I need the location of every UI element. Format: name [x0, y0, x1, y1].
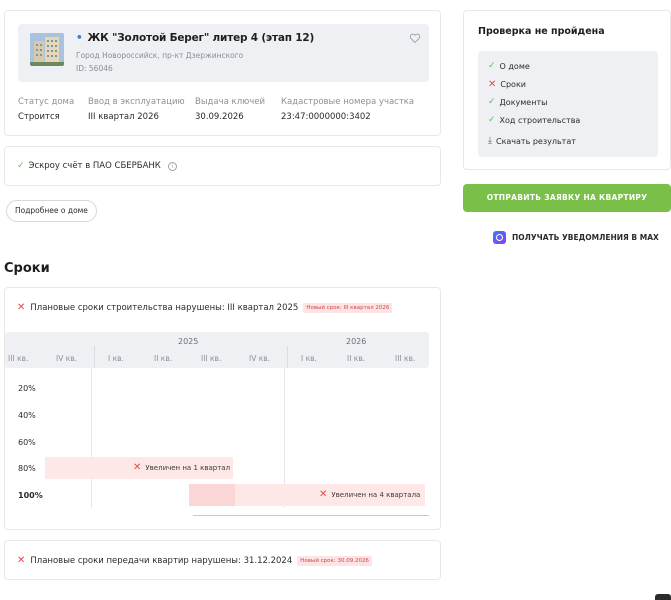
download-result-link[interactable]: ⤓ Скачать результат — [488, 136, 576, 146]
year-label: 2025 — [178, 337, 199, 346]
timeline-baseline — [193, 515, 429, 516]
quarter-label: I кв. — [301, 354, 317, 363]
check-item-label: О доме — [499, 61, 530, 71]
check-item-label: Ход строительства — [499, 115, 581, 125]
divider — [287, 346, 288, 368]
download-icon: ⤓ — [488, 136, 492, 146]
scroll-top-button[interactable] — [655, 594, 671, 600]
timeline-header: 2025 2026 III кв. IV кв. I кв. II кв. II… — [5, 332, 429, 368]
info-label: Статус дома — [18, 97, 75, 107]
more-about-house-button[interactable]: Подробнее о доме — [6, 200, 97, 222]
delay-bar-100-label: ✕ Увеличен на 4 квартала — [319, 490, 420, 500]
info-label: Кадастровые номера участка — [281, 97, 415, 107]
info-value: III квартал 2026 — [88, 112, 159, 122]
quarter-label: III кв. — [395, 354, 416, 363]
quarter-label: I кв. — [108, 354, 124, 363]
cross-icon: ✕ — [17, 302, 26, 313]
check-item-progress[interactable]: ✓ Ход строительства — [488, 115, 580, 125]
cross-icon: ✕ — [488, 79, 497, 90]
delay-bar-80-label: ✕ Увеличен на 1 квартал — [133, 463, 230, 473]
apply-button[interactable]: ОТПРАВИТЬ ЗАЯВКУ НА КВАРТИРУ — [463, 184, 671, 212]
cross-icon: ✕ — [319, 489, 328, 500]
check-title: Проверка не пройдена — [478, 26, 605, 37]
info-cadastral: Кадастровые номера участка 23:47:0000000… — [281, 97, 414, 122]
info-commissioning: Ввод в эксплуатацию III квартал 2026 — [88, 97, 185, 122]
escrow-row: ✓ Эскроу счёт в ПАО СБЕРБАНК i — [17, 161, 177, 171]
quarter-label: II кв. — [347, 354, 366, 363]
house-title-text: ЖК "Золотой Берег" литер 4 (этап 12) — [87, 32, 315, 44]
max-logo-icon — [493, 231, 506, 244]
check-icon: ✓ — [488, 61, 496, 71]
notify-text: ПОЛУЧАТЬ УВЕДОМЛЕНИЯ В MAX — [512, 233, 659, 242]
new-deadline-badge: Новый срок: 30.09.2026 — [297, 556, 372, 566]
year-label: 2026 — [346, 337, 367, 346]
delay-bar-100-base — [189, 484, 235, 506]
delay-text: Увеличен на 4 квартала — [331, 491, 421, 499]
timeline-heading: ✕ Плановые сроки строительства нарушены:… — [17, 302, 393, 313]
percent-label: 60% — [18, 438, 36, 447]
timeline-card: ✕ Плановые сроки строительства нарушены:… — [4, 287, 441, 530]
section-title: Сроки — [4, 261, 50, 276]
timeline-heading-text: Плановые сроки строительства нарушены: I… — [30, 303, 299, 313]
check-item-label: Документы — [499, 97, 548, 107]
transfer-heading: Плановые сроки передачи квартир нарушены… — [30, 556, 293, 566]
quarter-label: II кв. — [154, 354, 173, 363]
check-item-documents[interactable]: ✓ Документы — [488, 97, 547, 107]
percent-label: 80% — [18, 464, 36, 473]
info-icon[interactable]: i — [167, 161, 177, 171]
check-icon: ✓ — [488, 97, 496, 107]
info-status: Статус дома Строится — [18, 97, 74, 122]
check-card: Проверка не пройдена ✓ О доме ✕ Сроки ✓ … — [463, 10, 671, 170]
cross-icon: ✕ — [133, 462, 142, 473]
delay-text: Увеличен на 1 квартал — [145, 464, 231, 472]
escrow-card: ✓ Эскроу счёт в ПАО СБЕРБАНК i — [4, 146, 441, 186]
check-icon: ✓ — [488, 115, 496, 125]
divider — [94, 346, 95, 368]
quarter-label: IV кв. — [249, 354, 271, 363]
house-title[interactable]: • ЖК "Золотой Берег" литер 4 (этап 12) — [76, 32, 314, 44]
notify-link[interactable]: ПОЛУЧАТЬ УВЕДОМЛЕНИЯ В MAX — [493, 231, 659, 244]
check-item-about[interactable]: ✓ О доме — [488, 61, 530, 71]
info-label: Ввод в эксплуатацию — [88, 97, 185, 107]
house-card: • ЖК "Золотой Берег" литер 4 (этап 12) Го… — [4, 10, 441, 136]
escrow-text: Эскроу счёт в ПАО СБЕРБАНК — [28, 161, 161, 171]
percent-label: 100% — [18, 491, 43, 500]
house-photo — [30, 33, 64, 66]
check-item-deadlines[interactable]: ✕ Сроки — [488, 79, 526, 90]
check-item-label: Сроки — [500, 80, 526, 89]
quarter-label: III кв. — [8, 354, 29, 363]
check-icon: ✓ — [17, 161, 25, 171]
info-value: 30.09.2026 — [195, 112, 244, 122]
check-list: ✓ О доме ✕ Сроки ✓ Документы ✓ Ход строи… — [478, 51, 658, 157]
house-id: ID: 56046 — [76, 64, 113, 73]
quarter-label: IV кв. — [56, 354, 78, 363]
new-deadline-badge: Новый срок: III квартал 2026 — [303, 303, 393, 313]
info-label: Выдача ключей — [195, 97, 266, 107]
divider — [91, 368, 92, 508]
quarter-label: III кв. — [201, 354, 222, 363]
info-value: Строится — [18, 112, 60, 122]
transfer-row: ✕ Плановые сроки передачи квартир наруше… — [17, 556, 372, 566]
info-keys: Выдача ключей 30.09.2026 — [195, 97, 265, 122]
transfer-card: ✕ Плановые сроки передачи квартир наруше… — [4, 540, 441, 580]
house-summary[interactable]: • ЖК "Золотой Берег" литер 4 (этап 12) Го… — [18, 24, 429, 82]
house-address: Город Новороссийск, пр-кт Дзержинского — [76, 51, 244, 60]
cross-icon: ✕ — [17, 555, 26, 566]
info-value: 23:47:0000000:3402 — [281, 112, 371, 122]
download-label: Скачать результат — [495, 136, 576, 146]
heart-icon[interactable] — [409, 32, 421, 44]
percent-label: 20% — [18, 384, 36, 393]
bullet-icon: • — [76, 32, 83, 44]
percent-label: 40% — [18, 411, 36, 420]
